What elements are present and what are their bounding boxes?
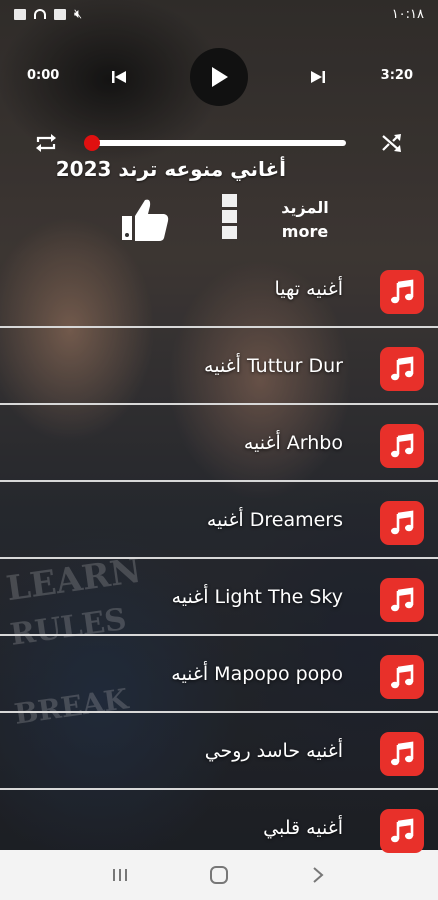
music-note-icon [380, 732, 424, 776]
mute-icon: 🔇︎ [74, 6, 83, 22]
status-bar: 🔇︎ ١٠:١٨ [0, 0, 438, 28]
duration-time: 3:20 [380, 68, 413, 83]
back-chevron-icon [313, 867, 324, 883]
music-note-icon [380, 501, 424, 545]
song-row[interactable]: أغنيه تهيا [0, 251, 438, 328]
status-icons: 🔇︎ [14, 7, 82, 22]
skip-previous-icon [112, 71, 126, 83]
repeat-button[interactable] [32, 130, 60, 156]
music-note-icon [380, 809, 424, 853]
shuffle-button[interactable] [378, 130, 406, 156]
song-title: أغنيه Mapopo popo [171, 663, 343, 685]
current-time: 0:00 [27, 68, 60, 83]
song-row[interactable]: أغنيه Dreamers [0, 482, 438, 559]
next-button[interactable] [305, 64, 331, 90]
status-time: ١٠:١٨ [391, 6, 424, 22]
seek-bar[interactable] [92, 140, 346, 146]
more-options-button[interactable] [222, 194, 240, 246]
music-note-icon [380, 424, 424, 468]
play-icon [212, 67, 228, 87]
more-dot [222, 226, 237, 239]
more-label-ar: المزيد [281, 198, 329, 217]
song-title: أغنيه تهيا [274, 278, 343, 300]
music-note-icon [380, 347, 424, 391]
song-row[interactable]: أغنيه حاسد روحي [0, 713, 438, 790]
audio-player: 0:00 3:20 [0, 44, 438, 152]
more-label-en: more [281, 222, 329, 241]
previous-button[interactable] [106, 64, 132, 90]
like-button[interactable] [118, 196, 172, 244]
song-title: أغنيه Dreamers [206, 509, 343, 531]
repeat-icon [36, 134, 56, 152]
more-dot [222, 210, 237, 223]
battery-icon [54, 8, 66, 20]
skip-next-icon [311, 71, 325, 83]
song-title: أغنيه حاسد روحي [204, 740, 343, 762]
song-title: أغنيه Tuttur Dur [204, 355, 343, 377]
more-dot [222, 194, 237, 207]
shuffle-icon [382, 134, 401, 152]
song-list: أغنيه تهيا أغنيه Tuttur Dur أغنيه Arhbo … [0, 251, 438, 867]
thumbs-up-icon [122, 199, 169, 241]
wifi-icon [34, 9, 46, 19]
song-row[interactable]: أغنيه Light The Sky [0, 559, 438, 636]
album-title: أغاني منوعه ترند 2023 [55, 157, 286, 181]
song-row[interactable]: أغنيه Tuttur Dur [0, 328, 438, 405]
more-button[interactable]: المزيد more [272, 196, 338, 244]
seek-thumb[interactable] [84, 135, 100, 151]
image-notification-icon [14, 8, 26, 20]
song-row[interactable]: أغنيه قلبي [0, 790, 438, 867]
song-title: أغنيه Arhbo [243, 432, 343, 454]
music-note-icon [380, 655, 424, 699]
play-button[interactable] [190, 48, 248, 106]
music-note-icon [380, 578, 424, 622]
song-row[interactable]: أغنيه Arhbo [0, 405, 438, 482]
music-note-icon [380, 270, 424, 314]
home-icon [209, 866, 228, 884]
song-title: أغنيه Light The Sky [171, 586, 343, 608]
song-row[interactable]: أغنيه Mapopo popo [0, 636, 438, 713]
song-title: أغنيه قلبي [263, 817, 343, 839]
recent-apps-icon [112, 869, 127, 881]
